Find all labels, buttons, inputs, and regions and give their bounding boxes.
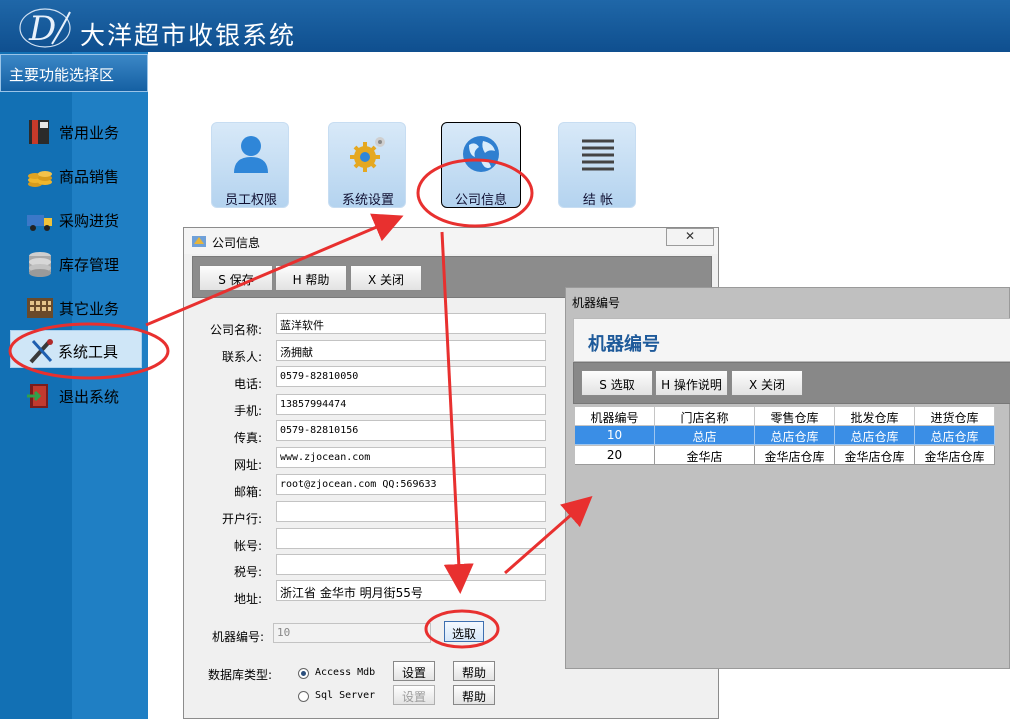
machine-number-label: 机器编号: — [211, 630, 264, 644]
exit-door-icon — [27, 384, 48, 408]
address-label: 地址: — [233, 592, 262, 606]
table-cell: 金华店 — [655, 446, 755, 465]
logo-icon: D — [19, 8, 71, 49]
mobile-field[interactable]: 13857994474 — [276, 394, 546, 415]
column-header[interactable]: 零售仓库 — [755, 407, 835, 426]
help-button[interactable]: H 帮助 — [275, 265, 347, 291]
access-mdb-label: Access Mdb — [315, 667, 376, 678]
calculator-icon — [27, 298, 53, 318]
table-cell: 总店仓库 — [915, 426, 995, 445]
machine-toolbar: S 选取 H 操作说明 X 关闭 — [573, 362, 1010, 404]
table-cell: 20 — [575, 446, 655, 465]
checkout-button[interactable]: 结 帐 — [558, 122, 636, 208]
tools-icon — [29, 339, 53, 364]
table-cell: 金华店仓库 — [755, 446, 835, 465]
sidebar-item-sales[interactable]: 商品销售 — [12, 156, 142, 194]
close-button[interactable]: X 关闭 — [350, 265, 422, 291]
email-field[interactable]: root@zjocean.com QQ:569633 — [276, 474, 546, 495]
sidebar-item-inventory[interactable]: 库存管理 — [12, 244, 142, 282]
app-title: 大洋超市收银系统 — [80, 21, 297, 50]
phone-label: 电话: — [233, 377, 262, 391]
sidebar-heading: 主要功能选择区 — [0, 54, 148, 92]
truck-icon — [27, 215, 52, 231]
sidebar-item-other[interactable]: 其它业务 — [12, 288, 142, 326]
system-settings-button[interactable]: 系统设置 — [328, 122, 406, 208]
sql-help-button[interactable]: 帮助 — [453, 685, 495, 705]
coins-icon — [28, 171, 52, 187]
company-window-titlebar: 公司信息 ✕ — [184, 228, 718, 254]
machine-number-window: 机器编号 机器编号 S 选取 H 操作说明 X 关闭 机器编号 门店名称 零售仓… — [565, 287, 1010, 669]
mobile-label: 手机: — [233, 404, 262, 418]
table-cell: 金华店仓库 — [915, 446, 995, 465]
company-name-field[interactable]: 蓝洋软件 — [276, 313, 546, 334]
machine-number-field[interactable]: 10 — [273, 623, 431, 643]
machine-close-button[interactable]: X 关闭 — [731, 370, 803, 396]
table-cell: 金华店仓库 — [835, 446, 915, 465]
app-window-icon — [192, 236, 206, 247]
window-close-button[interactable]: ✕ — [666, 228, 714, 246]
bank-field[interactable] — [276, 501, 546, 522]
contact-label: 联系人: — [221, 350, 262, 364]
ledger-lines-icon — [582, 139, 614, 171]
table-cell: 总店 — [655, 426, 755, 445]
column-header[interactable]: 批发仓库 — [835, 407, 915, 426]
website-field[interactable]: www.zjocean.com — [276, 447, 546, 468]
tax-id-field[interactable] — [276, 554, 546, 575]
select-button[interactable]: S 选取 — [581, 370, 653, 396]
database-type-label: 数据库类型: — [207, 668, 272, 682]
globe-icon — [463, 136, 499, 172]
table-cell: 总店仓库 — [755, 426, 835, 445]
tax-id-label: 税号: — [233, 565, 262, 579]
sql-server-radio[interactable] — [298, 691, 309, 702]
access-setup-button[interactable]: 设置 — [393, 661, 435, 681]
table-cell: 总店仓库 — [835, 426, 915, 445]
company-window-title: 公司信息 — [212, 236, 261, 250]
email-label: 邮箱: — [233, 485, 262, 499]
machine-window-heading: 机器编号 — [588, 334, 660, 355]
phone-field[interactable]: 0579-82810050 — [276, 366, 546, 387]
column-header[interactable]: 机器编号 — [575, 407, 655, 426]
sidebar-item-exit[interactable]: 退出系统 — [12, 376, 142, 414]
fax-label: 传真: — [233, 431, 262, 445]
app-header: D 大洋超市收银系统 — [0, 0, 1010, 52]
gear-icon — [350, 137, 385, 172]
contact-field[interactable]: 汤拥献 — [276, 340, 546, 361]
sidebar-item-common-business[interactable]: 常用业务 — [12, 112, 142, 150]
sidebar-item-system-tools[interactable]: 系统工具 — [10, 330, 142, 368]
sql-setup-button[interactable]: 设置 — [393, 685, 435, 705]
book-icon — [29, 120, 49, 144]
account-field[interactable] — [276, 528, 546, 549]
manual-button[interactable]: H 操作说明 — [655, 370, 728, 396]
table-cell: 10 — [575, 426, 655, 445]
save-button[interactable]: S 保存 — [199, 265, 273, 291]
bank-label: 开户行: — [221, 512, 262, 526]
user-icon — [234, 136, 268, 173]
account-label: 帐号: — [233, 539, 262, 553]
access-help-button[interactable]: 帮助 — [453, 661, 495, 681]
sql-server-label: Sql Server — [315, 690, 376, 701]
website-label: 网址: — [233, 458, 262, 472]
column-header[interactable]: 进货仓库 — [915, 407, 995, 426]
pick-machine-button[interactable]: 选取 — [444, 621, 484, 642]
column-header[interactable]: 门店名称 — [655, 407, 755, 426]
sidebar-item-purchase[interactable]: 采购进货 — [12, 200, 142, 238]
access-mdb-radio[interactable] — [298, 668, 309, 679]
address-field[interactable]: 浙江省 金华市 明月街55号 — [276, 580, 546, 601]
staff-permission-button[interactable]: 员工权限 — [211, 122, 289, 208]
company-name-label: 公司名称: — [209, 323, 262, 337]
database-icon — [29, 252, 51, 277]
company-info-button[interactable]: 公司信息 — [441, 122, 521, 208]
machine-window-header: 机器编号 — [573, 318, 1010, 362]
machine-window-title: 机器编号 — [572, 296, 621, 310]
fax-field[interactable]: 0579-82810156 — [276, 420, 546, 441]
